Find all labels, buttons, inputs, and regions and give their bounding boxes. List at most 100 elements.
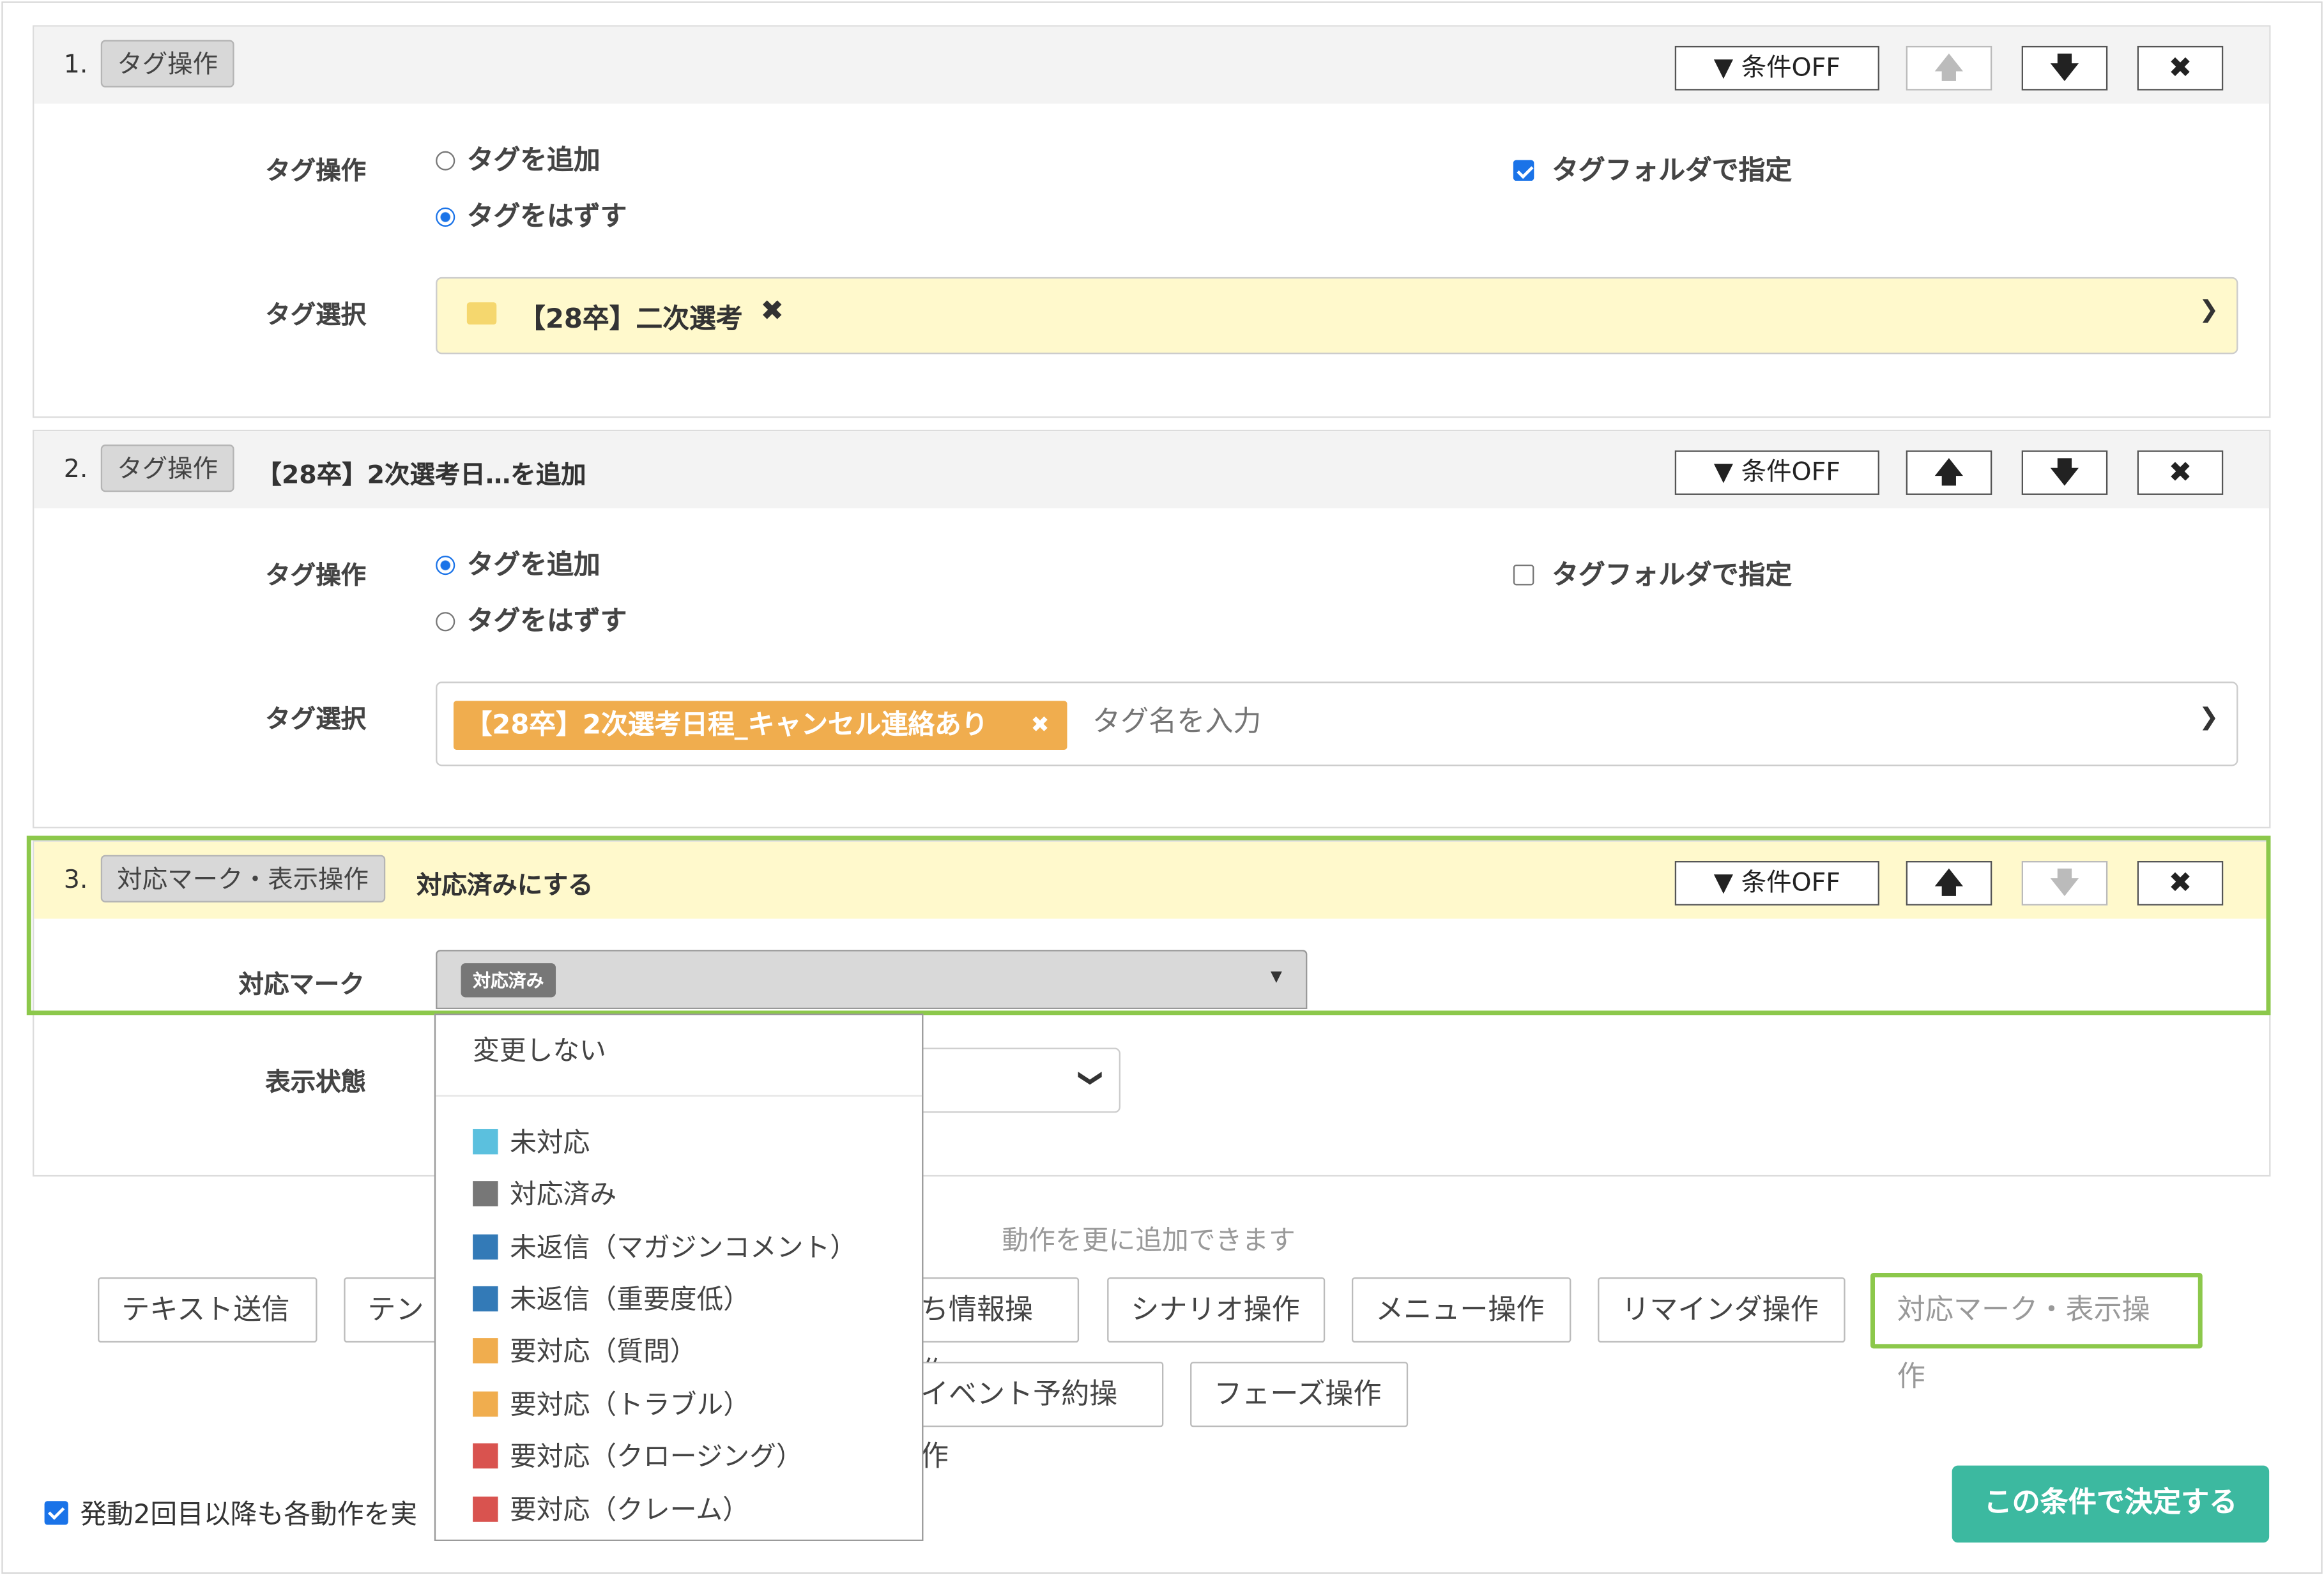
condition-off-label: 条件OFF	[1741, 53, 1840, 83]
filter-icon: ▼	[1713, 53, 1734, 83]
action-number: 1.	[63, 50, 88, 80]
radio-add-tag[interactable]: タグを追加	[436, 544, 600, 582]
action-panel-1: 1. タグ操作 ▼ 条件OFF 🡅 🡇 ✖ タグ操作 タグを追加 タグをはずす …	[33, 25, 2271, 418]
checkbox-checked-icon	[44, 1501, 68, 1525]
action-header-1: 1. タグ操作 ▼ 条件OFF 🡅 🡇 ✖	[34, 26, 2270, 104]
dropdown-option-label: 未対応	[510, 1127, 590, 1159]
dropdown-option[interactable]: 未対応	[473, 1122, 590, 1160]
radio-icon	[436, 612, 455, 632]
tag-search-input[interactable]	[1089, 704, 1688, 740]
folder-checkbox-label: タグフォルダで指定	[1552, 155, 1793, 187]
color-swatch	[473, 1129, 498, 1155]
tag-select-label: タグ選択	[265, 300, 367, 331]
add-reminder-button[interactable]: リマインダ操作	[1598, 1277, 1846, 1343]
dropdown-option[interactable]: 未返信（マガジンコメント）	[473, 1227, 857, 1265]
dropdown-option[interactable]: 要対応（トラブル）	[473, 1384, 750, 1422]
dropdown-option-label: 対応済み	[510, 1179, 617, 1211]
dropdown-option[interactable]: 要対応（質問）	[473, 1330, 696, 1369]
color-swatch	[473, 1443, 498, 1469]
dropdown-option-label: 要対応（クレーム）	[510, 1495, 749, 1526]
repeat-checkbox-label: 発動2回目以降も各動作を実	[80, 1499, 418, 1531]
selected-tag-label: 【28卒】2次選考日程_キャンセル連絡あり	[465, 710, 988, 742]
repeat-checkbox[interactable]: 発動2回目以降も各動作を実	[44, 1494, 418, 1532]
submit-button[interactable]: この条件で決定する	[1952, 1465, 2270, 1543]
folder-checkbox[interactable]: タグフォルダで指定	[1513, 554, 1792, 593]
action-type-chip: タグ操作	[100, 40, 234, 88]
radio-icon	[436, 151, 455, 171]
arrow-down-icon: 🡇	[2050, 52, 2079, 85]
highlight-frame	[26, 835, 2271, 1016]
close-icon: ✖	[2168, 456, 2192, 489]
selected-tag-chip: 【28卒】2次選考日程_キャンセル連絡あり ✖	[453, 701, 1067, 750]
dropdown-option-label: 要対応（トラブル）	[510, 1390, 750, 1422]
color-swatch	[473, 1391, 498, 1417]
folder-select[interactable]: 【28卒】二次選考 ✖ ❯	[436, 277, 2238, 354]
tag-select[interactable]: 【28卒】2次選考日程_キャンセル連絡あり ✖ ❯	[436, 681, 2238, 766]
tag-op-label: タグ操作	[265, 561, 367, 591]
add-phase-button[interactable]: フェーズ操作	[1190, 1362, 1409, 1427]
selected-folder: 【28卒】二次選考	[519, 303, 743, 335]
color-swatch	[473, 1338, 498, 1364]
delete-button[interactable]: ✖	[2137, 45, 2224, 91]
arrow-down-icon: 🡇	[2050, 456, 2079, 489]
delete-button[interactable]: ✖	[2137, 450, 2224, 495]
action-panel-2: 2. タグ操作 【28卒】2次選考日…を追加 ▼ 条件OFF 🡅 🡇 ✖ タグ操…	[33, 429, 2271, 828]
add-scenario-button[interactable]: シナリオ操作	[1107, 1277, 1326, 1343]
action-header-2: 2. タグ操作 【28卒】2次選考日…を追加 ▼ 条件OFF 🡅 🡇 ✖	[34, 431, 2270, 508]
filter-icon: ▼	[1713, 457, 1734, 488]
dropdown-option[interactable]: 対応済み	[473, 1174, 616, 1212]
dropdown-option[interactable]: 要対応（クロージング）	[473, 1436, 803, 1474]
move-up-button[interactable]: 🡅	[1906, 450, 1992, 495]
dropdown-option-no-change[interactable]: 変更しない	[473, 1030, 606, 1069]
dropdown-divider	[436, 1095, 922, 1097]
folder-icon	[466, 302, 497, 325]
radio-remove-tag[interactable]: タグをはずす	[436, 195, 627, 234]
condition-off-button[interactable]: ▼ 条件OFF	[1674, 450, 1879, 495]
add-mark-display-button[interactable]: 対応マーク・表示操作	[1870, 1273, 2203, 1393]
radio-label: タグをはずす	[466, 605, 627, 637]
checkbox-checked-icon	[1513, 160, 1534, 181]
dropdown-option[interactable]: 未返信（重要度低）	[473, 1279, 750, 1317]
chevron-down-icon: ❯	[2199, 702, 2219, 731]
move-up-button[interactable]: 🡅	[1906, 45, 1992, 91]
arrow-up-icon: 🡅	[1934, 52, 1964, 85]
arrow-up-icon: 🡅	[1934, 456, 1964, 489]
checkbox-icon	[1513, 564, 1534, 586]
add-text-send-button[interactable]: テキスト送信	[98, 1277, 317, 1343]
tag-op-label: タグ操作	[265, 156, 367, 187]
add-menu-button[interactable]: メニュー操作	[1351, 1277, 1571, 1343]
dropdown-option-label: 要対応（質問）	[510, 1336, 697, 1368]
color-swatch	[473, 1181, 498, 1206]
move-down-button[interactable]: 🡇	[2021, 45, 2108, 91]
color-swatch	[473, 1286, 498, 1312]
tag-select-label: タグ選択	[265, 705, 367, 735]
radio-add-tag[interactable]: タグを追加	[436, 139, 600, 178]
color-swatch	[473, 1234, 498, 1260]
condition-off-button[interactable]: ▼ 条件OFF	[1674, 45, 1879, 91]
radio-remove-tag[interactable]: タグをはずす	[436, 600, 627, 639]
dropdown-option-label: 未返信（重要度低）	[510, 1284, 750, 1316]
display-label: 表示状態	[265, 1068, 367, 1099]
chevron-down-icon: ❯	[2199, 294, 2219, 323]
action-number: 2.	[63, 455, 88, 485]
dropdown-option[interactable]: 要対応（クレーム）	[473, 1489, 749, 1528]
condition-off-label: 条件OFF	[1741, 457, 1840, 488]
move-down-button[interactable]: 🡇	[2021, 450, 2108, 495]
radio-checked-icon	[436, 556, 455, 575]
chevron-down-icon: ❯	[1077, 1068, 1106, 1088]
folder-checkbox-label: タグフォルダで指定	[1552, 560, 1793, 591]
radio-label: タグを追加	[466, 145, 600, 177]
radio-checked-icon	[436, 207, 455, 227]
dropdown-option-label: 未返信（マガジンコメント）	[510, 1233, 857, 1265]
remove-folder-icon[interactable]: ✖	[760, 295, 784, 328]
color-swatch	[473, 1496, 498, 1522]
add-hint: 動作を更に追加できます	[1002, 1225, 1296, 1257]
remove-tag-icon[interactable]: ✖	[1030, 701, 1049, 750]
close-icon: ✖	[2168, 52, 2192, 85]
dropdown-option-label: 要対応（クロージング）	[510, 1442, 803, 1473]
folder-checkbox[interactable]: タグフォルダで指定	[1513, 149, 1792, 188]
action-type-chip: タグ操作	[100, 445, 234, 492]
radio-label: タグを追加	[466, 549, 600, 581]
mark-dropdown-list: 変更しない 未対応対応済み未返信（マガジンコメント） 未返信（重要度低） 要対応（質…	[434, 1013, 924, 1541]
radio-label: タグをはずす	[466, 201, 627, 233]
